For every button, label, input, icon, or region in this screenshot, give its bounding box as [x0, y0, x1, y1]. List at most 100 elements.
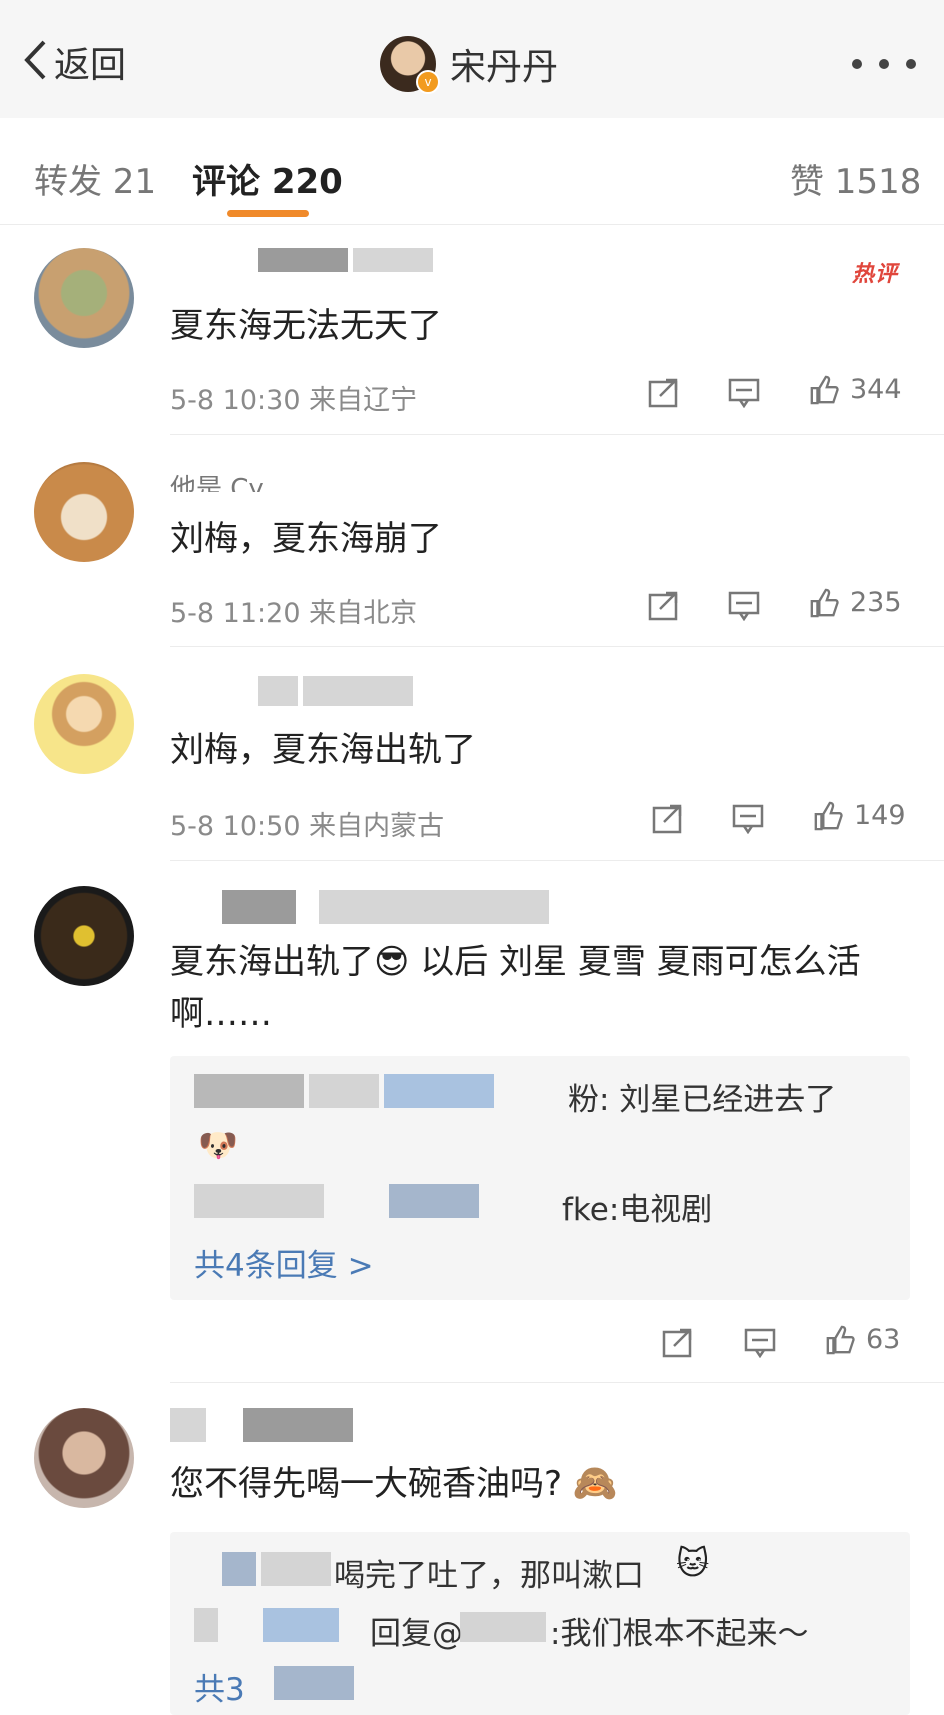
- divider: [170, 860, 944, 861]
- redacted-block: [353, 248, 434, 272]
- username-redacted[interactable]: [170, 676, 414, 706]
- redacted-block: [222, 890, 296, 924]
- share-button[interactable]: [648, 378, 680, 408]
- username-redacted[interactable]: [170, 1408, 354, 1442]
- like-count: 149: [854, 800, 906, 831]
- comment-icon: [728, 378, 760, 408]
- redacted-block: [384, 1074, 495, 1108]
- share-icon: [662, 1328, 692, 1358]
- redacted-block: [389, 1184, 480, 1218]
- comment-text-content: 您不得先喝一大碗香油吗?: [170, 1464, 563, 1504]
- avatar[interactable]: [34, 886, 134, 986]
- redacted-block: [243, 1408, 354, 1442]
- more-options-button[interactable]: [852, 46, 916, 82]
- share-button[interactable]: [662, 1328, 694, 1358]
- covering-eyes-emoji-icon: 🙈: [572, 1463, 618, 1504]
- username-redacted[interactable]: [170, 890, 550, 924]
- view-all-replies-link[interactable]: 共4条回复 >: [194, 1240, 374, 1285]
- avatar[interactable]: v: [380, 36, 440, 94]
- back-button[interactable]: 返回: [22, 39, 126, 86]
- redacted-block: [258, 248, 348, 272]
- avatar[interactable]: [34, 674, 134, 774]
- redacted-block: [303, 676, 414, 706]
- comment-icon: [728, 591, 760, 621]
- comment-meta: 5-8 10:30 来自辽宁: [170, 385, 418, 416]
- share-icon: [652, 804, 682, 834]
- comment-text: 您不得先喝一大碗香油吗? 🙈: [170, 1458, 618, 1510]
- redacted-block: [222, 1552, 256, 1586]
- share-icon: [648, 378, 678, 408]
- reply-button[interactable]: [728, 378, 760, 408]
- reply-prefix: 回复@: [370, 1616, 463, 1652]
- like-button[interactable]: 344: [808, 374, 902, 405]
- profile-title[interactable]: v 宋丹丹: [380, 36, 559, 94]
- like-button[interactable]: 63: [824, 1324, 900, 1355]
- redacted-block: [460, 1612, 546, 1642]
- view-all-replies-link[interactable]: 共3: [194, 1664, 245, 1709]
- comment-text: 刘梅，夏东海出轨了: [170, 730, 476, 770]
- reply-text: fke:电视剧: [562, 1192, 713, 1228]
- reply-author-redacted[interactable]: [194, 1184, 480, 1224]
- redacted-block: [309, 1074, 380, 1108]
- page-title: 宋丹丹: [450, 47, 559, 88]
- doge-emoji-icon: 🐶: [198, 1126, 238, 1164]
- redacted-block: [263, 1608, 340, 1642]
- like-count: 63: [866, 1324, 901, 1355]
- redacted-block: [194, 1608, 218, 1642]
- share-button[interactable]: [652, 804, 684, 834]
- reply-text: :我们根本不起来～: [550, 1616, 809, 1652]
- thumbs-up-icon: [826, 1325, 855, 1354]
- reply-button[interactable]: [744, 1328, 776, 1358]
- comment-meta: 5-8 10:50 来自内蒙古: [170, 811, 445, 842]
- reply-author-redacted[interactable]: [194, 1074, 495, 1114]
- comment-text: 刘梅，夏东海崩了: [170, 519, 442, 559]
- cat-emoji-icon: 🐱: [676, 1544, 710, 1582]
- verified-badge-icon: v: [416, 70, 440, 94]
- tab-likes[interactable]: 赞 1518: [790, 154, 921, 203]
- chevron-left-icon: [22, 39, 48, 85]
- tab-bar: 转发 21 评论 220 赞 1518: [0, 118, 944, 225]
- username-partial[interactable]: 他是 Cy: [170, 468, 264, 492]
- redacted-block: [319, 890, 550, 924]
- reply-button[interactable]: [728, 591, 760, 621]
- thumbs-up-icon: [814, 801, 843, 830]
- dot-icon: [852, 59, 862, 69]
- replies-panel: 喝完了吐了，那叫漱口 🐱 回复@ :我们根本不起来～ 共3: [170, 1532, 910, 1715]
- tab-comments[interactable]: 评论 220: [192, 154, 343, 203]
- redacted-block: [258, 676, 298, 706]
- replies-panel: 粉: 刘星已经进去了 🐶 fke:电视剧 共4条回复 >: [170, 1056, 910, 1300]
- back-label: 返回: [54, 45, 127, 86]
- avatar[interactable]: [34, 248, 134, 348]
- thumbs-up-icon: [810, 588, 839, 617]
- divider: [170, 646, 944, 647]
- like-count: 235: [850, 587, 902, 618]
- username-redacted[interactable]: [170, 248, 434, 272]
- comment-icon: [744, 1328, 776, 1358]
- comment-icon: [732, 804, 764, 834]
- share-button[interactable]: [648, 591, 680, 621]
- tab-repost[interactable]: 转发 21: [34, 154, 156, 203]
- redacted-block: [261, 1552, 332, 1586]
- redacted-block: [170, 1408, 206, 1442]
- dot-icon: [906, 59, 916, 69]
- reply-text: 粉: 刘星已经进去了: [568, 1082, 837, 1118]
- redacted-block: [194, 1074, 304, 1108]
- redacted-block: [194, 1184, 324, 1218]
- hot-comment-badge: 热评: [852, 262, 899, 287]
- like-button[interactable]: 149: [812, 800, 906, 831]
- divider: [170, 1382, 944, 1383]
- reply-text: 喝完了吐了，那叫漱口: [334, 1558, 644, 1594]
- like-button[interactable]: 235: [808, 587, 902, 618]
- avatar[interactable]: [34, 1408, 134, 1508]
- comment-text: 夏东海无法无天了: [170, 306, 442, 346]
- reply-author-redacted[interactable]: [194, 1608, 340, 1648]
- thumbs-up-icon: [810, 375, 839, 404]
- share-icon: [648, 591, 678, 621]
- tab-active-indicator: [227, 210, 309, 217]
- reply-button[interactable]: [732, 804, 764, 834]
- redacted-block: [274, 1666, 354, 1700]
- divider: [170, 434, 944, 435]
- comment-text: 夏东海出轨了😎 以后 刘星 夏雪 夏雨可怎么活啊……: [170, 942, 861, 1034]
- avatar[interactable]: [34, 462, 134, 562]
- reply-author-redacted[interactable]: [222, 1552, 332, 1592]
